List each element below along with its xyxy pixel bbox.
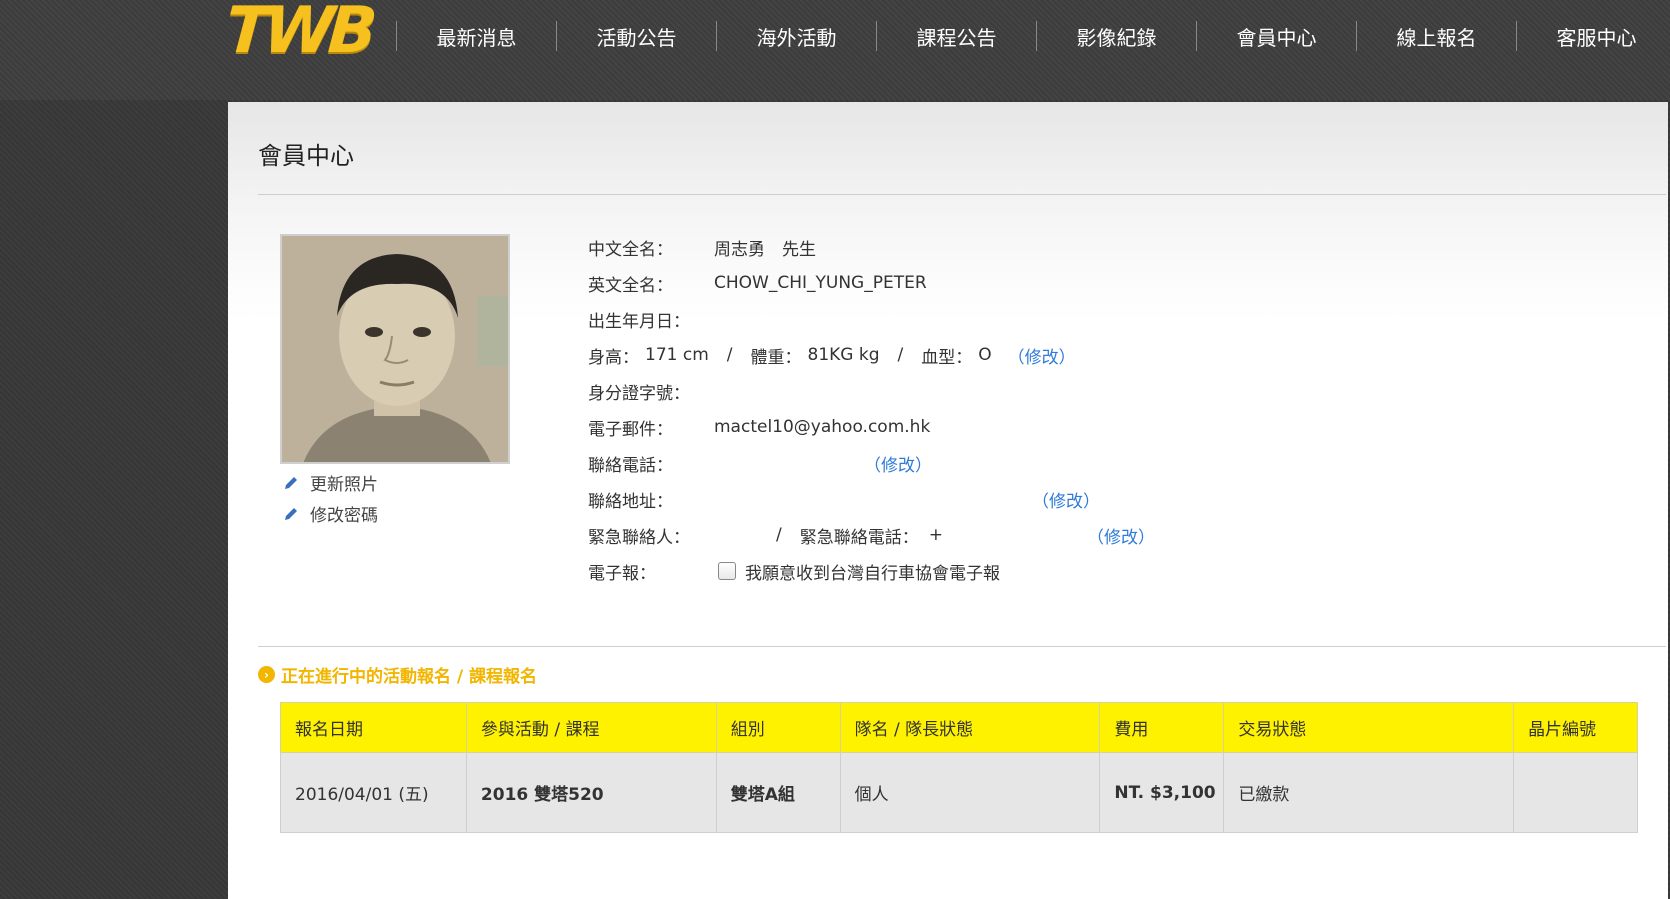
emergency-separator: /: [776, 525, 782, 545]
row-address: 聯絡地址： （修改）: [588, 484, 1100, 514]
row-chinese-name: 中文全名： 周志勇 先生: [588, 232, 816, 262]
row-english-name: 英文全名： CHOW_CHI_YUNG_PETER: [588, 268, 927, 298]
edit-emergency-link[interactable]: （修改）: [1087, 523, 1155, 548]
row-phone: 聯絡電話： （修改）: [588, 448, 932, 478]
update-photo-link[interactable]: 更新照片: [282, 470, 378, 495]
height-value: 171 cm: [645, 345, 709, 365]
emergency-phone-label: 緊急聯絡電話：: [799, 527, 919, 548]
nav-item-member-center[interactable]: 會員中心: [1197, 18, 1356, 54]
newsletter-text: 我願意收到台灣自行車協會電子報: [745, 563, 1000, 584]
edit-body-stats-link[interactable]: （修改）: [1008, 343, 1076, 368]
change-password-label: 修改密碼: [310, 506, 378, 526]
row-id-number: 身分證字號：: [588, 376, 690, 406]
newsletter-label: 電子報：: [588, 563, 656, 584]
row-newsletter: 電子報： 我願意收到台灣自行車協會電子報: [588, 556, 1000, 586]
height-label: 身高：: [588, 347, 639, 368]
english-name-label: 英文全名：: [588, 275, 673, 296]
section-divider: [258, 646, 1666, 647]
col-header-registration-date: 報名日期: [280, 702, 467, 753]
col-header-fee: 費用: [1099, 702, 1225, 753]
twb-logo[interactable]: TWB: [224, 0, 384, 62]
newsletter-option[interactable]: 我願意收到台灣自行車協會電子報: [718, 559, 1000, 584]
col-header-event: 參與活動 / 課程: [465, 702, 717, 753]
page-title: 會員中心: [258, 142, 354, 170]
update-photo-label: 更新照片: [310, 475, 378, 495]
weight-value: 81KG kg: [807, 345, 880, 365]
content-panel: 會員中心 更新照片 修改密碼 中文全名： 周志勇 先生 英文全名： CHOW_C…: [228, 102, 1668, 899]
main-nav: 最新消息 活動公告 海外活動 課程公告 影像紀錄 會員中心 線上報名 客服中心: [396, 18, 1670, 54]
id-number-label: 身分證字號：: [588, 383, 690, 404]
edit-phone-link[interactable]: （修改）: [864, 451, 932, 476]
chinese-name-label: 中文全名：: [588, 239, 673, 260]
edit-address-link[interactable]: （修改）: [1032, 487, 1100, 512]
nav-item-overseas-events[interactable]: 海外活動: [717, 18, 876, 54]
emergency-contact-label: 緊急聯絡人：: [588, 527, 690, 548]
email-value: mactel10@yahoo.com.hk: [714, 417, 931, 437]
col-header-team: 隊名 / 隊長狀態: [839, 702, 1101, 753]
col-header-group: 組別: [715, 702, 841, 753]
cell-chip-number: [1513, 752, 1638, 833]
birthdate-label: 出生年月日：: [588, 311, 690, 332]
row-birthdate: 出生年月日：: [588, 304, 690, 334]
pencil-icon: [285, 476, 297, 489]
edit-address-text[interactable]: （修改）: [1032, 487, 1100, 512]
row-email: 電子郵件： mactel10@yahoo.com.hk: [588, 412, 930, 442]
nav-item-course-announcements[interactable]: 課程公告: [877, 18, 1036, 54]
edit-phone-text[interactable]: （修改）: [864, 451, 932, 476]
row-body-stats: 身高： 171 cm / 體重： 81KG kg / 血型： O （修改）: [588, 340, 1076, 370]
nav-item-event-announcements[interactable]: 活動公告: [557, 18, 716, 54]
address-label: 聯絡地址：: [588, 491, 673, 512]
emergency-phone-value: +: [928, 525, 943, 545]
english-name-value: CHOW_CHI_YUNG_PETER: [714, 273, 927, 293]
chinese-name-value: 周志勇 先生: [714, 239, 816, 260]
col-header-payment-status: 交易狀態: [1223, 702, 1515, 753]
weight-label: 體重：: [750, 347, 802, 368]
pencil-icon: [285, 507, 297, 520]
blood-type-value: O: [978, 345, 992, 365]
nav-item-video-records[interactable]: 影像紀錄: [1037, 18, 1196, 54]
change-password-link[interactable]: 修改密碼: [282, 501, 378, 526]
cell-registration-date: 2016/04/01 (五): [280, 752, 467, 833]
section-heading: › 正在進行中的活動報名 / 課程報名: [258, 662, 537, 687]
section-title: 正在進行中的活動報名 / 課程報名: [281, 667, 538, 687]
chevron-right-circle-icon: ›: [258, 666, 275, 683]
table-header-row: 報名日期 參與活動 / 課程 組別 隊名 / 隊長狀態 費用 交易狀態 晶片編號: [280, 702, 1638, 753]
nav-item-customer-service[interactable]: 客服中心: [1517, 18, 1670, 54]
member-photo: [280, 234, 510, 464]
title-divider: [258, 194, 1666, 195]
nav-item-latest-news[interactable]: 最新消息: [397, 18, 556, 54]
table-row: 2016/04/01 (五) 2016 雙塔520 雙塔A組 個人 NT. $3…: [280, 752, 1638, 833]
row-emergency-contact: 緊急聯絡人： / 緊急聯絡電話： + （修改）: [588, 520, 1155, 550]
phone-label: 聯絡電話：: [588, 455, 673, 476]
portrait-image: [282, 236, 508, 462]
col-header-chip-number: 晶片編號: [1513, 702, 1638, 753]
newsletter-checkbox[interactable]: [718, 562, 736, 580]
cell-payment-status: 已繳款: [1223, 752, 1515, 833]
cell-team: 個人: [839, 752, 1101, 833]
site-header: TWB 最新消息 活動公告 海外活動 課程公告 影像紀錄 會員中心 線上報名 客…: [0, 0, 1670, 100]
cell-event-link[interactable]: 2016 雙塔520: [465, 752, 717, 833]
nav-item-online-registration[interactable]: 線上報名: [1357, 18, 1516, 54]
stats-separator: /: [726, 345, 733, 365]
cell-fee: NT. $3,100: [1099, 752, 1225, 833]
registration-table: 報名日期 參與活動 / 課程 組別 隊名 / 隊長狀態 費用 交易狀態 晶片編號…: [280, 702, 1638, 833]
cell-group: 雙塔A組: [715, 752, 841, 833]
stats-separator: /: [897, 345, 904, 365]
email-label: 電子郵件：: [588, 419, 673, 440]
blood-type-label: 血型：: [921, 347, 973, 368]
